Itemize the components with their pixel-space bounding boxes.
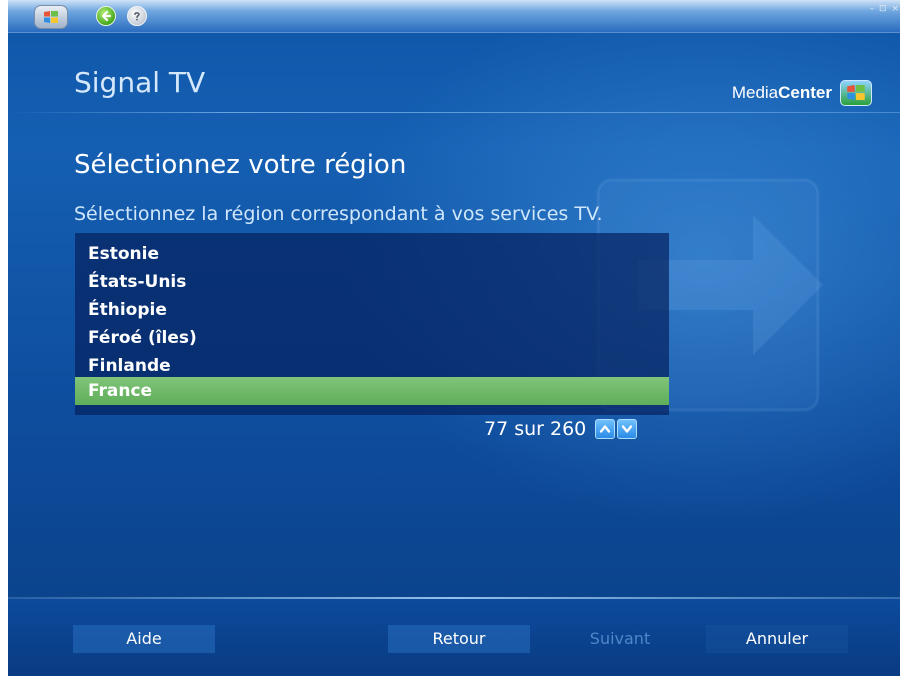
chevron-down-icon — [622, 425, 633, 433]
list-item-feroe[interactable]: Féroé (îles) — [75, 324, 669, 352]
list-pager: 77 sur 260 — [484, 415, 638, 443]
section-heading: Sélectionnez votre région — [74, 150, 407, 180]
main-panel: – ⊡ × Signal TV Media Center Sélectionnez… — [8, 0, 900, 676]
help-nav-button[interactable] — [127, 6, 147, 26]
list-item-finlande[interactable]: Finlande — [75, 352, 669, 380]
list-item-ethiopie[interactable]: Éthiopie — [75, 296, 669, 324]
chevron-up-icon — [600, 425, 611, 433]
brand-logo — [840, 80, 872, 106]
scroll-down-button[interactable] — [617, 419, 638, 439]
title-bar: – ⊡ × — [8, 0, 900, 33]
window-controls[interactable]: – ⊡ × — [870, 4, 900, 14]
wizard-footer: Aide Retour Suivant Annuler — [8, 599, 900, 676]
scroll-up-button[interactable] — [595, 419, 616, 439]
header-divider — [8, 112, 900, 113]
windows-flag-icon — [847, 85, 865, 100]
help-button[interactable]: Aide — [73, 625, 215, 653]
media-center-brand: Media Center — [732, 80, 872, 106]
region-list[interactable]: Estonie États-Unis Éthiopie Féroé (îles)… — [75, 233, 669, 415]
back-nav-button[interactable] — [96, 6, 116, 26]
brand-center-text: Center — [778, 83, 832, 102]
cancel-button[interactable]: Annuler — [706, 625, 848, 653]
back-button[interactable]: Retour — [388, 625, 530, 653]
help-question-icon — [134, 12, 140, 21]
back-arrow-icon — [101, 10, 112, 22]
start-button[interactable] — [34, 5, 68, 29]
next-button-disabled[interactable]: Suivant — [549, 625, 691, 653]
list-item-etats-unis[interactable]: États-Unis — [75, 268, 669, 296]
media-center-window: – ⊡ × Signal TV Media Center Sélectionnez… — [0, 0, 906, 684]
pager-position-text: 77 sur 260 — [484, 418, 587, 440]
windows-flag-icon — [44, 11, 58, 23]
brand-media-text: Media — [731, 83, 779, 102]
list-item-france-selected[interactable]: France — [75, 377, 669, 405]
list-item-estonie[interactable]: Estonie — [75, 240, 669, 268]
page-title: Signal TV — [74, 66, 206, 99]
section-instructions: Sélectionnez la région correspondant à v… — [74, 203, 603, 225]
